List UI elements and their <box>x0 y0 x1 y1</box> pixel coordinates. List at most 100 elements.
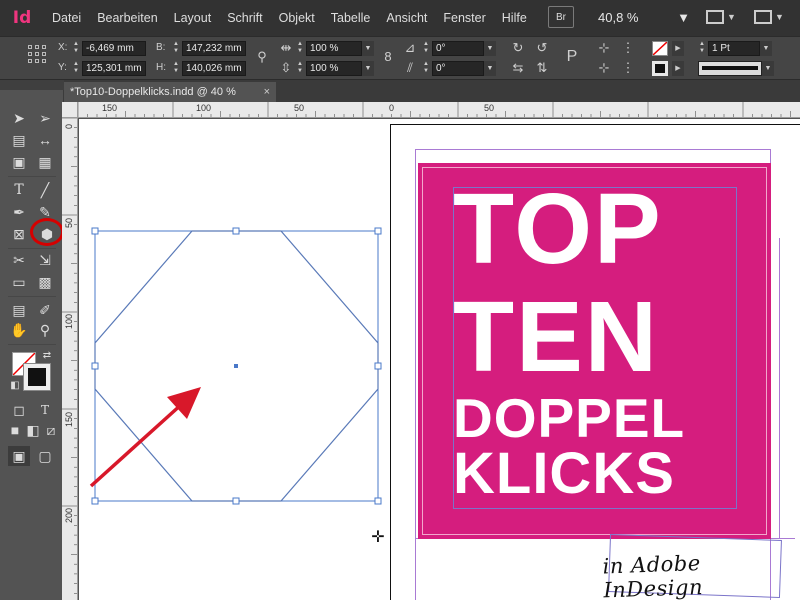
h-field[interactable]: 140,026 mm <box>182 61 246 76</box>
shear-stepper[interactable]: ▲ ▼ <box>422 61 430 76</box>
swap-colors-icon[interactable]: ⇄ <box>40 348 54 362</box>
w-stepper[interactable]: ▲ ▼ <box>172 41 180 56</box>
select-content-icon[interactable]: ⊹ <box>596 60 612 76</box>
eyedropper-tool-icon[interactable]: ✐ <box>34 300 56 320</box>
chevron-down-icon[interactable]: ▼ <box>762 61 774 76</box>
document-tab[interactable]: *Top10-Doppelklicks.indd @ 40 % × <box>64 82 276 102</box>
menu-schrift[interactable]: Schrift <box>219 11 270 25</box>
zoom-tool-icon[interactable]: ⚲ <box>34 320 56 340</box>
h-stepper[interactable]: ▲ ▼ <box>172 61 180 76</box>
flip-horizontal-icon[interactable]: ⇆ <box>510 60 526 76</box>
polygon-selection[interactable] <box>79 119 800 600</box>
note-tool-icon[interactable]: ▤ <box>8 300 30 320</box>
select-previous-icon[interactable]: ⋮ <box>620 40 636 56</box>
chevron-down-icon[interactable]: ▼ <box>484 61 496 76</box>
chevron-right-icon[interactable]: ▶ <box>672 61 684 76</box>
w-field[interactable]: 147,232 mm <box>182 41 246 56</box>
line-tool-icon[interactable]: ╱ <box>34 180 56 200</box>
direct-selection-tool-icon[interactable]: ➢ <box>34 108 56 128</box>
no-fill-icon <box>652 41 668 56</box>
rotate-cw-icon[interactable]: ↻ <box>510 40 526 56</box>
screen-mode-button[interactable]: ▼ <box>700 6 742 28</box>
chevron-down-icon[interactable]: ▼ <box>362 41 374 56</box>
select-next-icon[interactable]: ⋮ <box>620 60 636 76</box>
stroke-weight-field[interactable]: 1 Pt <box>708 41 760 56</box>
x-field[interactable]: -6,469 mm <box>82 41 146 56</box>
stroke-color-swatch[interactable] <box>23 363 51 391</box>
menu-tabelle[interactable]: Tabelle <box>323 11 379 25</box>
link-scale-icon[interactable]: 8 <box>380 49 396 65</box>
y-stepper[interactable]: ▲ ▼ <box>72 61 80 76</box>
menu-datei[interactable]: Datei <box>44 11 89 25</box>
x-stepper[interactable]: ▲ ▼ <box>72 41 80 56</box>
content-collector-icon[interactable]: ▣ <box>8 152 30 172</box>
hand-tool-icon[interactable]: ✋ <box>8 320 30 340</box>
rotation-stepper[interactable]: ▲ ▼ <box>422 41 430 56</box>
y-field[interactable]: 125,301 mm <box>82 61 146 76</box>
menu-bar: Id Datei Bearbeiten Layout Schrift Objek… <box>0 0 800 36</box>
scale-x-stepper[interactable]: ▲ ▼ <box>296 41 304 56</box>
scale-y-field[interactable]: 100 % <box>306 61 362 76</box>
formatting-text-icon[interactable]: T <box>34 400 56 420</box>
chevron-down-icon[interactable]: ▼ <box>484 41 496 56</box>
default-colors-icon[interactable]: ◧ <box>8 378 22 392</box>
stroke-swatch[interactable] <box>652 61 668 76</box>
constrain-proportions-icon[interactable]: ⚲ <box>254 49 270 65</box>
fill-swatch[interactable] <box>652 41 668 56</box>
preview-mode-icon[interactable]: ▢ <box>34 446 56 466</box>
chevron-down-icon: ▼ <box>775 12 784 22</box>
close-tab-icon[interactable]: × <box>264 82 270 102</box>
scissors-tool-icon[interactable]: ✂ <box>8 250 30 270</box>
gradient-swatch-tool-icon[interactable]: ▭ <box>8 272 30 292</box>
rotation-field[interactable]: 0° <box>432 41 484 56</box>
select-container-icon[interactable]: ⊹ <box>596 40 612 56</box>
selection-tool-icon[interactable]: ➤ <box>8 108 30 128</box>
gradient-feather-tool-icon[interactable]: ▩ <box>34 272 56 292</box>
bridge-button[interactable]: Br <box>548 6 574 28</box>
menu-ansicht[interactable]: Ansicht <box>378 11 435 25</box>
app-logo: Id <box>12 8 32 28</box>
tools-panel-header[interactable] <box>0 80 64 90</box>
formatting-container-icon[interactable]: ◻ <box>8 400 30 420</box>
pen-tool-icon[interactable]: ✒ <box>8 202 30 222</box>
normal-view-mode-icon[interactable]: ▣ <box>8 446 30 466</box>
shear-icon: ⫽ <box>407 60 413 75</box>
stroke-weight-stepper[interactable]: ▲ ▼ <box>698 41 706 56</box>
polygon-tool-highlight <box>30 218 64 246</box>
menu-bearbeiten[interactable]: Bearbeiten <box>89 11 165 25</box>
menu-objekt[interactable]: Objekt <box>271 11 323 25</box>
content-placer-icon[interactable]: ▦ <box>34 152 56 172</box>
scale-y-icon: ⇳ <box>280 60 292 75</box>
rectangle-frame-tool-icon[interactable]: ⊠ <box>8 224 30 244</box>
menu-fenster[interactable]: Fenster <box>435 11 493 25</box>
type-tool-icon[interactable]: T <box>8 180 30 200</box>
scale-y-stepper[interactable]: ▲ ▼ <box>296 61 304 76</box>
gap-tool-icon[interactable]: ↔ <box>34 130 56 150</box>
shear-field[interactable]: 0° <box>432 61 484 76</box>
flip-vertical-icon[interactable]: ⇅ <box>534 60 550 76</box>
apply-none-icon[interactable]: ⧄ <box>40 420 62 440</box>
chevron-right-icon[interactable]: ▶ <box>672 41 684 56</box>
arrange-documents-button[interactable]: ▼ <box>748 6 790 28</box>
page-tool-icon[interactable]: ▤ <box>8 130 30 150</box>
x-label: X: <box>58 42 68 53</box>
reference-point-grid[interactable] <box>28 45 46 63</box>
ruler-label: 150 <box>102 103 118 113</box>
horizontal-ruler[interactable]: 150 100 50 0 50 <box>78 102 800 118</box>
solid-line-icon <box>702 66 758 70</box>
chevron-down-icon: ▼ <box>677 9 690 25</box>
free-transform-tool-icon[interactable]: ⇲ <box>34 250 56 270</box>
vertical-ruler[interactable]: 0 50 100 150 200 <box>62 118 78 600</box>
document-canvas[interactable]: TOP TEN DOPPEL KLICKS in Adobe InDesign … <box>79 119 800 600</box>
ruler-label: 0 <box>64 124 74 130</box>
rotate-ccw-icon[interactable]: ↺ <box>534 40 550 56</box>
zoom-select[interactable]: 40,8 % ▼ <box>594 6 694 28</box>
scale-x-field[interactable]: 100 % <box>306 41 362 56</box>
ruler-origin[interactable] <box>62 102 78 118</box>
menu-layout[interactable]: Layout <box>166 11 220 25</box>
selection-handles[interactable] <box>91 227 382 505</box>
stroke-type-select[interactable] <box>698 61 762 76</box>
menu-hilfe[interactable]: Hilfe <box>494 11 535 25</box>
chevron-down-icon[interactable]: ▼ <box>760 41 772 56</box>
chevron-down-icon[interactable]: ▼ <box>362 61 374 76</box>
